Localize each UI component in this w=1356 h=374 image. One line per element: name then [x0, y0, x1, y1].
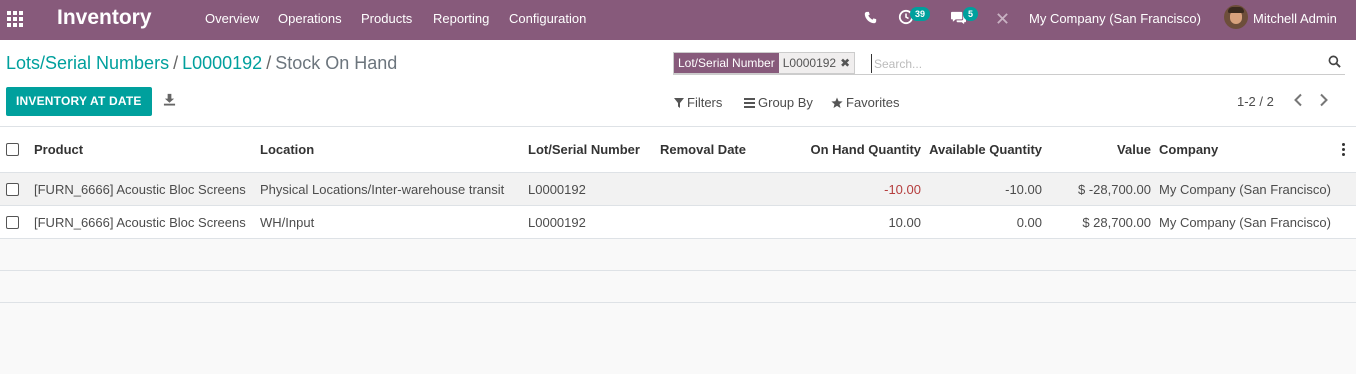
- activity-count-badge: 39: [910, 7, 931, 21]
- cell-on-hand: -10.00: [884, 181, 921, 197]
- pager-previous-icon[interactable]: [1292, 93, 1304, 110]
- company-switcher[interactable]: My Company (San Francisco): [1029, 11, 1201, 26]
- download-icon[interactable]: [163, 93, 176, 109]
- debug-tools-icon[interactable]: [996, 12, 1009, 28]
- breadcrumb: Lots/Serial Numbers / L0000192/Stock On Ha…: [6, 53, 397, 74]
- facet-value: L0000192: [778, 53, 841, 73]
- cell-value: $ 28,700.00: [1082, 214, 1151, 230]
- column-header-product[interactable]: Product: [34, 127, 83, 172]
- filter-icon: [674, 97, 684, 108]
- user-menu[interactable]: Mitchell Admin: [1253, 11, 1337, 26]
- table-row[interactable]: [FURN_6666] Acoustic Bloc Screens Physic…: [0, 173, 1356, 206]
- search-facet: Lot/Serial Number L0000192 ✖: [673, 52, 856, 74]
- cell-lot: L0000192: [528, 181, 586, 197]
- cell-location: WH/Input: [260, 214, 315, 230]
- search-icon[interactable]: [1328, 55, 1341, 71]
- top-navbar: Inventory Overview Operations Products R…: [0, 0, 1356, 40]
- stock-table: Product Location Lot/Serial Number Remov…: [0, 127, 1356, 303]
- favorites-label: Favorites: [846, 95, 900, 110]
- search-input[interactable]: [871, 54, 1311, 73]
- star-icon: [831, 97, 843, 108]
- table-header: Product Location Lot/Serial Number Remov…: [0, 127, 1356, 173]
- menu-operations[interactable]: Operations: [278, 11, 342, 26]
- column-header-lot[interactable]: Lot/Serial Number: [528, 127, 640, 172]
- menu-reporting[interactable]: Reporting: [433, 11, 489, 26]
- facet-label: Lot/Serial Number: [674, 53, 779, 73]
- group-by-label: Group By: [758, 95, 813, 110]
- apps-menu-icon[interactable]: [7, 11, 23, 27]
- user-avatar[interactable]: [1224, 5, 1248, 29]
- column-header-removal-date[interactable]: Removal Date: [660, 127, 746, 172]
- table-row[interactable]: [FURN_6666] Acoustic Bloc Screens WH/Inp…: [0, 206, 1356, 239]
- column-header-location[interactable]: Location: [260, 127, 314, 172]
- breadcrumb-lots-link[interactable]: Lots/Serial Numbers: [6, 53, 169, 73]
- pager-value[interactable]: 1-2 / 2: [1237, 94, 1274, 109]
- cell-available: -10.00: [1005, 181, 1042, 197]
- cell-available: 0.00: [1016, 214, 1042, 230]
- cell-product: [FURN_6666] Acoustic Bloc Screens: [34, 214, 246, 230]
- search-bar: Lot/Serial Number L0000192 ✖: [673, 52, 1345, 75]
- favorites-button[interactable]: Favorites: [831, 95, 899, 110]
- cell-company: My Company (San Francisco): [1159, 181, 1331, 197]
- message-count-badge: 5: [963, 7, 979, 21]
- column-header-company[interactable]: Company: [1159, 127, 1218, 172]
- cell-lot: L0000192: [528, 214, 586, 230]
- inventory-at-date-button[interactable]: INVENTORY AT DATE: [6, 87, 152, 116]
- filters-button[interactable]: Filters: [674, 95, 722, 110]
- breadcrumb-separator: /: [173, 53, 179, 73]
- breadcrumb-separator: /: [266, 53, 272, 73]
- cell-location: Physical Locations/Inter-warehouse trans…: [260, 181, 505, 197]
- app-name[interactable]: Inventory: [57, 6, 152, 30]
- menu-overview[interactable]: Overview: [205, 11, 259, 26]
- column-header-value[interactable]: Value: [1050, 127, 1151, 172]
- menu-products[interactable]: Products: [361, 11, 412, 26]
- menu-configuration[interactable]: Configuration: [509, 11, 586, 26]
- empty-row: [0, 239, 1356, 271]
- facet-remove-icon[interactable]: ✖: [840, 53, 855, 73]
- phone-icon[interactable]: [864, 11, 877, 27]
- group-by-button[interactable]: Group By: [744, 95, 813, 110]
- column-header-on-hand[interactable]: On Hand Quantity: [780, 127, 922, 172]
- bars-icon: [744, 97, 755, 108]
- row-checkbox[interactable]: [6, 173, 19, 205]
- empty-row: [0, 271, 1356, 303]
- breadcrumb-lot-link[interactable]: L0000192: [182, 53, 262, 73]
- cell-on-hand: 10.00: [888, 214, 921, 230]
- row-checkbox[interactable]: [6, 206, 19, 238]
- pager-next-icon[interactable]: [1318, 93, 1330, 110]
- page-title: Stock On Hand: [275, 53, 398, 73]
- control-panel: Lots/Serial Numbers / L0000192/Stock On Ha…: [0, 40, 1356, 127]
- cell-product: [FURN_6666] Acoustic Bloc Screens: [34, 181, 246, 197]
- column-header-available[interactable]: Available Quantity: [925, 127, 1042, 172]
- optional-columns-kebab-icon[interactable]: [1342, 127, 1345, 172]
- cell-company: My Company (San Francisco): [1159, 214, 1331, 230]
- select-all-checkbox[interactable]: [6, 127, 19, 172]
- cell-value: $ -28,700.00: [1077, 181, 1151, 197]
- filters-label: Filters: [687, 95, 723, 110]
